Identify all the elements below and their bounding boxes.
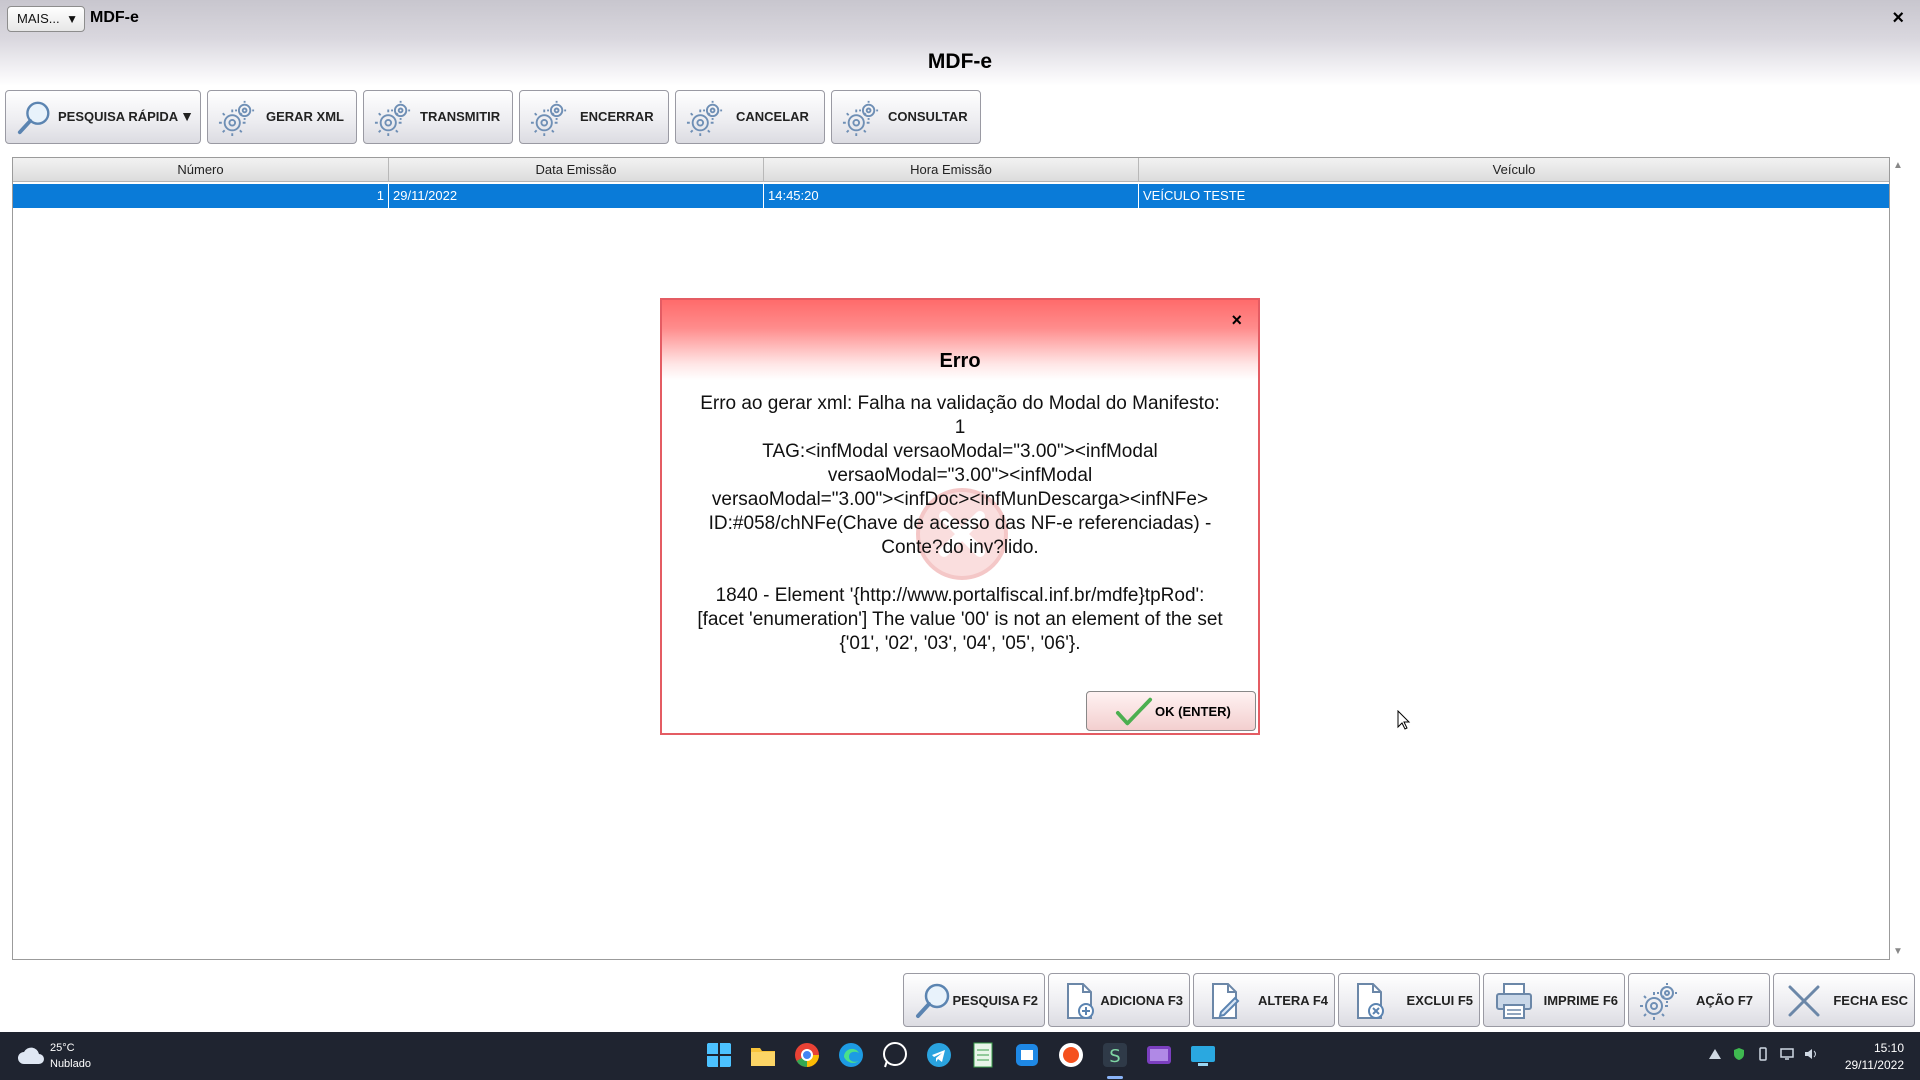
cell-data-emissao: 29/11/2022 (389, 184, 764, 208)
dialog-header: × Erro (662, 300, 1258, 380)
cloud-icon[interactable] (16, 1044, 46, 1066)
weather-temperature[interactable]: 25°C (50, 1042, 75, 1054)
edge-icon[interactable] (838, 1042, 864, 1068)
dialog-title: Erro (939, 350, 981, 372)
usb-tray-icon[interactable] (1756, 1047, 1770, 1061)
window-title: MDF-e (90, 9, 139, 26)
more-dropdown-button[interactable]: MAIS... ▼ (7, 6, 85, 32)
cancel-label: CANCELAR (736, 109, 809, 124)
print-f6-label: IMPRIME F6 (1543, 993, 1618, 1008)
mouse-cursor-icon (1397, 710, 1411, 730)
edit-f4-button[interactable]: ALTERA F4 (1193, 973, 1335, 1027)
ok-button[interactable]: OK (ENTER) (1086, 691, 1256, 731)
grid-header: Número Data Emissão Hora Emissão Veículo (13, 158, 1889, 182)
add-f3-label: ADICIONA F3 (1100, 993, 1183, 1008)
gear-icon (1639, 981, 1679, 1021)
telegram-icon[interactable] (926, 1042, 952, 1068)
consult-label: CONSULTAR (888, 109, 968, 124)
active-app-indicator (1107, 1076, 1123, 1079)
more-label: MAIS... (17, 11, 60, 26)
messenger-icon[interactable] (1014, 1042, 1040, 1068)
title-bar: MAIS... ▼ MDF-e × (0, 0, 1920, 38)
document-edit-icon (1204, 981, 1240, 1021)
weather-condition[interactable]: Nublado (50, 1058, 91, 1070)
transmit-button[interactable]: TRANSMITIR (363, 90, 513, 144)
dropdown-arrow-icon: ▼ (66, 12, 78, 26)
magnifier-icon (16, 99, 54, 137)
spreadsheet-icon[interactable] (970, 1042, 996, 1068)
dialog-close-button[interactable]: × (1231, 310, 1242, 331)
column-header-veiculo[interactable]: Veículo (1139, 158, 1889, 182)
remote-desktop-icon[interactable] (1190, 1042, 1216, 1068)
table-row[interactable]: 1 29/11/2022 14:45:20 VEÍCULO TESTE (13, 184, 1889, 208)
security-app-icon[interactable] (1058, 1042, 1084, 1068)
print-f6-button[interactable]: IMPRIME F6 (1483, 973, 1625, 1027)
column-header-hora-emissao[interactable]: Hora Emissão (764, 158, 1139, 182)
close-manifest-label: ENCERRAR (580, 109, 654, 124)
transmit-label: TRANSMITIR (420, 109, 501, 124)
document-delete-icon (1349, 981, 1384, 1019)
gear-icon (374, 99, 412, 137)
windows-start-icon[interactable] (706, 1042, 732, 1068)
search-f2-label: PESQUISA F2 (952, 993, 1038, 1008)
gear-icon (686, 99, 724, 137)
edit-f4-label: ALTERA F4 (1257, 993, 1328, 1008)
file-explorer-icon[interactable] (750, 1042, 776, 1068)
consult-button[interactable]: CONSULTAR (831, 90, 981, 144)
media-app-icon[interactable] (1146, 1042, 1172, 1068)
cell-numero: 1 (13, 184, 389, 208)
page-title: MDF-e (927, 50, 993, 73)
generate-xml-button[interactable]: GERAR XML (207, 90, 357, 144)
clock-time[interactable]: 15:10 (1874, 1041, 1904, 1055)
quick-search-label: PESQUISA RÁPIDA (58, 109, 179, 124)
taskbar: 25°C Nublado S 15:10 29/11/2022 (0, 1032, 1920, 1080)
delete-f5-label: EXCLUI F5 (1406, 993, 1473, 1008)
quick-search-button[interactable]: PESQUISA RÁPIDA ▼ (5, 90, 201, 144)
scroll-down-arrow-icon[interactable]: ▼ (1893, 946, 1903, 957)
error-message: Erro ao gerar xml: Falha na validação do… (697, 393, 1223, 654)
chrome-icon[interactable] (794, 1042, 820, 1068)
shield-tray-icon[interactable] (1732, 1047, 1746, 1061)
delete-f5-button[interactable]: EXCLUI F5 (1338, 973, 1480, 1027)
search-f2-button[interactable]: PESQUISA F2 (903, 973, 1045, 1027)
printer-icon (1494, 981, 1534, 1021)
dropdown-arrow-icon[interactable]: ▼ (180, 108, 194, 124)
cell-hora-emissao: 14:45:20 (764, 184, 1139, 208)
cell-veiculo: VEÍCULO TESTE (1143, 188, 1246, 203)
gear-icon (530, 99, 568, 137)
network-tray-icon[interactable] (1708, 1047, 1722, 1061)
close-manifest-button[interactable]: ENCERRAR (519, 90, 669, 144)
close-esc-label: FECHA ESC (1833, 993, 1908, 1008)
close-x-icon (1788, 985, 1820, 1017)
checkmark-icon (1115, 697, 1153, 726)
ok-label: OK (ENTER) (1155, 704, 1231, 719)
svg-text:S: S (1109, 1046, 1120, 1067)
action-f7-label: AÇÃO F7 (1695, 993, 1753, 1008)
window-close-button[interactable]: × (1892, 8, 1904, 28)
column-header-data-emissao[interactable]: Data Emissão (389, 158, 764, 182)
whatsapp-icon[interactable] (882, 1042, 908, 1068)
generate-xml-label: GERAR XML (266, 109, 344, 124)
magnifier-icon (914, 981, 954, 1021)
erp-app-icon[interactable]: S (1102, 1042, 1128, 1068)
action-f7-button[interactable]: AÇÃO F7 (1628, 973, 1770, 1027)
add-f3-button[interactable]: ADICIONA F3 (1048, 973, 1190, 1027)
cancel-button[interactable]: CANCELAR (675, 90, 825, 144)
column-header-numero[interactable]: Número (13, 158, 389, 182)
error-dialog: × Erro Erro ao gerar xml: Falha na valid… (660, 298, 1260, 735)
gear-icon (218, 99, 256, 137)
scroll-up-arrow-icon[interactable]: ▲ (1893, 160, 1903, 171)
document-add-icon (1059, 981, 1094, 1019)
clock-date[interactable]: 29/11/2022 (1845, 1058, 1904, 1072)
gear-icon (842, 99, 880, 137)
monitor-tray-icon[interactable] (1780, 1047, 1794, 1061)
close-esc-button[interactable]: FECHA ESC (1773, 973, 1915, 1027)
volume-tray-icon[interactable] (1804, 1047, 1818, 1061)
